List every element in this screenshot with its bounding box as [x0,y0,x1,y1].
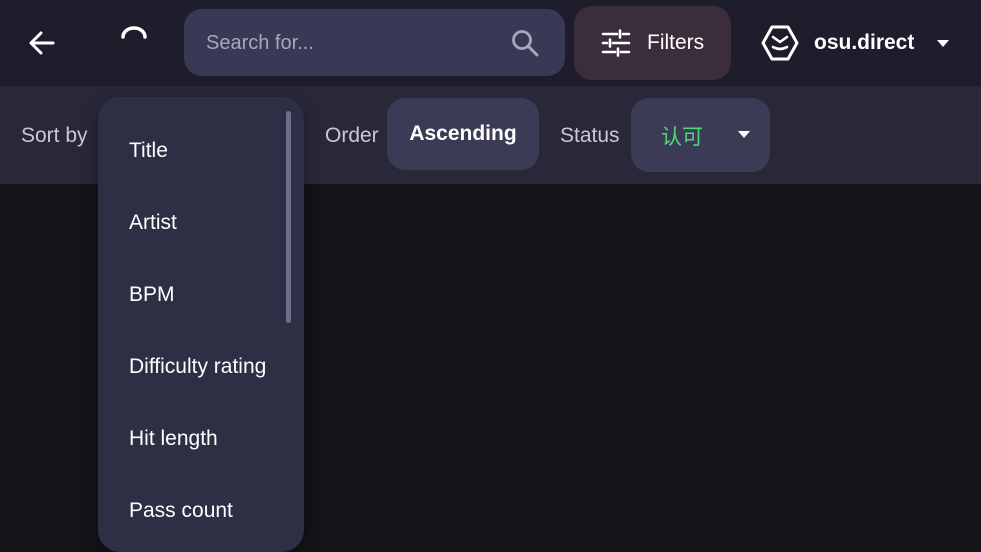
filters-label: Filters [647,31,705,54]
caret-down-icon [738,131,750,138]
sort-option-bpm[interactable]: BPM [129,283,175,307]
sort-by-dropdown[interactable]: Title Artist BPM Difficulty rating Hit l… [98,97,304,552]
osu-direct-logo-icon [761,25,799,61]
loading-indicator [112,22,156,52]
back-button[interactable] [20,22,64,64]
status-label: Status [560,124,620,147]
status-select[interactable]: 认可 [631,98,770,172]
caret-down-icon [937,40,950,47]
sort-option-pass-count[interactable]: Pass count [129,499,233,523]
order-label: Order [325,124,379,147]
arrow-left-icon [29,31,55,55]
sort-option-hit-length[interactable]: Hit length [129,427,218,451]
search-input[interactable] [204,9,508,78]
sort-option-title[interactable]: Title [129,139,168,163]
sort-option-artist[interactable]: Artist [129,211,177,235]
dropdown-scrollbar[interactable] [286,111,291,323]
sliders-icon [601,29,631,57]
filters-button[interactable]: Filters [574,6,731,80]
status-value: 认可 [661,125,703,149]
sort-by-label: Sort by [21,124,88,147]
order-button[interactable]: Ascending [387,98,539,170]
server-name: osu.direct [814,31,915,54]
search-box[interactable] [184,9,565,78]
top-bar: Filters osu.direct [0,0,981,86]
sort-option-difficulty-rating[interactable]: Difficulty rating [129,355,266,379]
spinner-icon [121,26,147,39]
server-selector[interactable]: osu.direct [760,18,960,68]
search-icon[interactable] [511,29,539,57]
